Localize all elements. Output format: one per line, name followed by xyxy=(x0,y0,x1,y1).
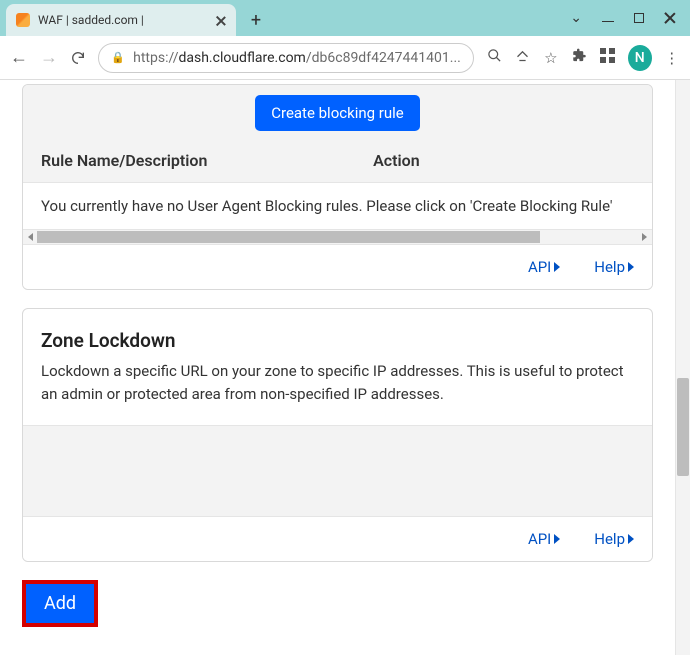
address-bar[interactable]: 🔒 https://dash.cloudflare.com/db6c89df42… xyxy=(98,43,473,73)
window-close-icon[interactable] xyxy=(664,12,676,24)
close-tab-icon[interactable] xyxy=(215,15,226,26)
zone-lockdown-description: Lockdown a specific URL on your zone to … xyxy=(23,360,652,425)
ua-empty-message: You currently have no User Agent Blockin… xyxy=(23,182,652,230)
window-minimize-icon[interactable] xyxy=(602,14,614,22)
search-icon[interactable] xyxy=(486,48,502,67)
ua-api-link[interactable]: API xyxy=(528,258,560,276)
scrollbar-thumb[interactable] xyxy=(677,378,689,476)
horizontal-scrollbar[interactable] xyxy=(23,230,652,245)
nav-back-button[interactable]: ← xyxy=(10,49,28,67)
zone-lockdown-title: Zone Lockdown xyxy=(23,309,652,360)
add-button[interactable]: Add xyxy=(26,584,94,623)
page-content: Create blocking rule Rule Name/Descripti… xyxy=(0,80,675,655)
new-tab-button[interactable]: + xyxy=(242,6,270,34)
caret-right-icon xyxy=(628,534,634,544)
kebab-menu-icon[interactable]: ⋮ xyxy=(664,49,680,67)
bookmark-star-icon[interactable]: ☆ xyxy=(543,49,559,67)
caret-right-icon xyxy=(554,534,560,544)
browser-tab-strip: WAF | sadded.com | + ⌄ xyxy=(0,0,690,36)
tab-title: WAF | sadded.com | xyxy=(38,13,207,27)
col-action: Action xyxy=(373,151,634,170)
user-agent-blocking-card: Create blocking rule Rule Name/Descripti… xyxy=(22,84,653,290)
nav-reload-button[interactable] xyxy=(70,49,86,67)
zone-lockdown-empty-area xyxy=(23,425,652,517)
panel-grid-icon[interactable] xyxy=(599,48,615,67)
profile-avatar[interactable]: N xyxy=(628,45,652,71)
browser-tab[interactable]: WAF | sadded.com | xyxy=(6,4,236,36)
create-blocking-rule-button[interactable]: Create blocking rule xyxy=(255,95,420,131)
window-maximize-icon[interactable] xyxy=(634,13,644,23)
cloudflare-favicon-icon xyxy=(16,13,30,27)
ua-help-link[interactable]: Help xyxy=(594,258,634,276)
window-controls: ⌄ xyxy=(570,0,690,36)
lock-icon: 🔒 xyxy=(111,51,125,64)
zone-api-link[interactable]: API xyxy=(528,530,560,548)
zone-help-link[interactable]: Help xyxy=(594,530,634,548)
browser-toolbar: ← → 🔒 https://dash.cloudflare.com/db6c89… xyxy=(0,36,690,80)
caret-right-icon xyxy=(554,262,560,272)
zone-lockdown-card: Zone Lockdown Lockdown a specific URL on… xyxy=(22,308,653,562)
add-button-highlight: Add xyxy=(22,580,98,627)
caret-right-icon xyxy=(628,262,634,272)
url-text: https://dash.cloudflare.com/db6c89df4247… xyxy=(133,50,461,66)
ua-table-header: Rule Name/Description Action xyxy=(23,151,652,182)
page-viewport: Create blocking rule Rule Name/Descripti… xyxy=(0,80,690,655)
tab-search-chevron-icon[interactable]: ⌄ xyxy=(570,11,582,25)
share-icon[interactable] xyxy=(514,48,530,67)
nav-forward-button: → xyxy=(40,49,58,67)
extensions-puzzle-icon[interactable] xyxy=(571,48,587,67)
col-rule-name: Rule Name/Description xyxy=(41,151,373,170)
vertical-scrollbar[interactable] xyxy=(675,80,690,655)
